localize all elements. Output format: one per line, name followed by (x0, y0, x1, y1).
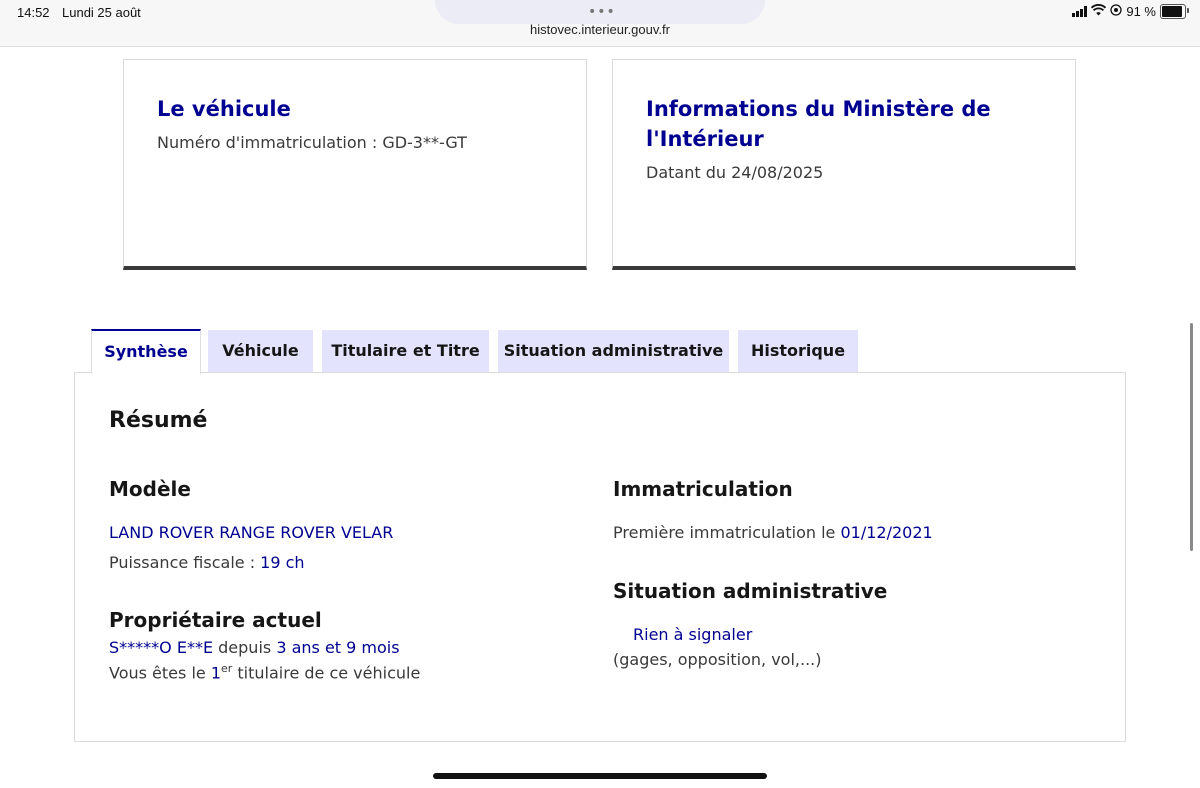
owner-since-value: 3 ans et 9 mois (276, 638, 400, 657)
owner-line: S*****O E**E depuis 3 ans et 9 mois (109, 638, 400, 657)
ministry-card-subtitle: Datant du 24/08/2025 (646, 163, 824, 182)
fiscal-power: Puissance fiscale : 19 ch (109, 553, 305, 572)
home-indicator[interactable] (433, 773, 767, 779)
vehicle-card: Le véhicule Numéro d'immatriculation : G… (123, 59, 587, 270)
first-registration-label: Première immatriculation le (613, 523, 841, 542)
more-dots-icon[interactable]: ••• (588, 4, 616, 20)
model-name: LAND ROVER RANGE ROVER VELAR (109, 523, 394, 542)
owner-name: S*****O E**E (109, 638, 214, 657)
fiscal-power-label: Puissance fiscale : (109, 553, 261, 572)
status-indicators: 91 % (1072, 4, 1189, 19)
owner-rank-number: 1 (210, 663, 221, 683)
status-date: Lundi 25 août (62, 5, 141, 20)
location-icon (1110, 4, 1123, 19)
status-time: 14:52 (17, 5, 50, 20)
tab-historique[interactable]: Historique (738, 330, 858, 372)
summary-title: Résumé (109, 408, 208, 433)
owner-rank: Vous êtes le 1er titulaire de ce véhicul… (109, 662, 420, 682)
ministry-card-title: Informations du Ministère de l'Intérieur (646, 97, 991, 151)
owner-heading: Propriétaire actuel (109, 608, 322, 632)
vehicle-card-subtitle: Numéro d'immatriculation : GD-3**-GT (157, 133, 467, 152)
tab-synthese[interactable]: Synthèse (91, 329, 201, 374)
status-bar: 14:52 Lundi 25 août ••• histovec.interie… (0, 0, 1200, 47)
vehicle-card-title: Le véhicule (157, 97, 291, 121)
admin-status-heading: Situation administrative (613, 579, 888, 603)
model-heading: Modèle (109, 477, 191, 501)
battery-percent: 91 % (1126, 4, 1156, 19)
battery-icon (1160, 4, 1189, 19)
cellular-signal-icon (1072, 6, 1088, 17)
owner-rank-prefix: Vous êtes le (109, 663, 211, 683)
tab-situation-administrative[interactable]: Situation administrative (498, 330, 729, 372)
ministry-card: Informations du Ministère de l'Intérieur… (612, 59, 1076, 270)
tab-vehicule[interactable]: Véhicule (208, 330, 313, 372)
wifi-icon (1091, 4, 1107, 19)
owner-rank-suffix: titulaire de ce véhicule (232, 663, 421, 683)
page-scrollbar[interactable] (1190, 323, 1193, 551)
admin-status-details: (gages, opposition, vol,...) (613, 650, 822, 669)
first-registration: Première immatriculation le 01/12/2021 (613, 523, 933, 542)
synthese-panel: Résumé Modèle LAND ROVER RANGE ROVER VEL… (74, 372, 1126, 742)
owner-rank-sup: er (221, 662, 233, 675)
first-registration-date: 01/12/2021 (840, 523, 933, 542)
tab-titulaire-titre[interactable]: Titulaire et Titre (322, 330, 489, 372)
url-text[interactable]: histovec.interieur.gouv.fr (0, 22, 1200, 37)
fiscal-power-value: 19 ch (260, 553, 305, 572)
registration-heading: Immatriculation (613, 477, 793, 501)
admin-status-value: Rien à signaler (633, 625, 753, 644)
owner-since-label: depuis (213, 638, 277, 657)
